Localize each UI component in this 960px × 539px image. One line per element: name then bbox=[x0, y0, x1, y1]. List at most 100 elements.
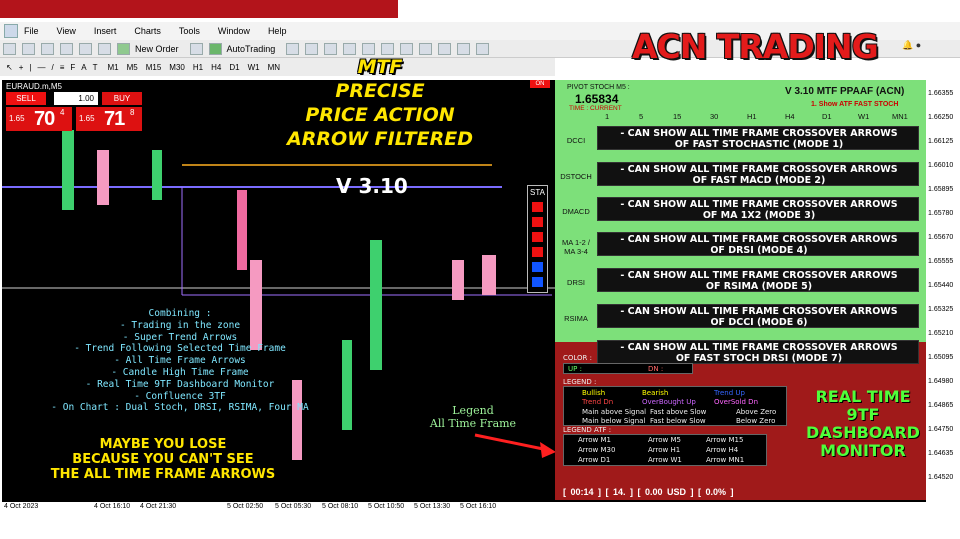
col-h4: H4 bbox=[785, 112, 795, 121]
status-bar: [ 00:14 ] [ 14. ] [ 0.00 USD ] [ 0.0% ] bbox=[555, 484, 927, 500]
label-icon[interactable]: T bbox=[93, 63, 98, 72]
legend-arrow-icon bbox=[474, 433, 556, 458]
row-label-drsi: DRSI bbox=[567, 278, 585, 287]
menu-file[interactable]: File bbox=[24, 26, 39, 36]
profiles-icon[interactable] bbox=[22, 42, 35, 55]
realtime-label: REAL TIME 9TF DASHBOARD MONITOR bbox=[806, 387, 920, 460]
headline-line-2: PRECISE bbox=[335, 80, 425, 102]
row-label-rsima: RSIMA bbox=[564, 314, 588, 323]
fibo-icon[interactable]: F bbox=[70, 63, 75, 72]
tf-d1[interactable]: D1 bbox=[229, 63, 239, 72]
buy-price[interactable]: 1.65 71 8 bbox=[76, 107, 142, 131]
feature-heading: Combining : bbox=[148, 308, 212, 319]
candle bbox=[97, 150, 109, 205]
menu-help[interactable]: Help bbox=[268, 26, 287, 36]
menu-tools[interactable]: Tools bbox=[179, 26, 200, 36]
col-w1: W1 bbox=[858, 112, 870, 121]
tf-m15[interactable]: M15 bbox=[146, 63, 162, 72]
chart-shift-icon[interactable] bbox=[419, 42, 433, 55]
app-icon bbox=[4, 24, 18, 38]
feature-item: - Candle High Time Frame bbox=[111, 366, 249, 378]
tf-m30[interactable]: M30 bbox=[169, 63, 185, 72]
time-label: TIME : CURRENT bbox=[569, 105, 622, 112]
one-click-trading: SELL 1.00 BUY 1.65 70 4 1.65 71 8 bbox=[6, 92, 142, 132]
col-30: 30 bbox=[710, 112, 719, 121]
col-5: 5 bbox=[639, 112, 644, 121]
lot-size-input[interactable]: 1.00 bbox=[54, 92, 98, 105]
dashboard-subtitle[interactable]: 1. Show ATF FAST STOCH bbox=[811, 101, 898, 108]
autoscroll-icon[interactable] bbox=[400, 42, 414, 55]
new-chart-icon[interactable] bbox=[3, 42, 16, 55]
color-label: COLOR : bbox=[563, 354, 593, 362]
sta-panel: STA bbox=[527, 185, 548, 293]
headline-line-1: MTF bbox=[357, 56, 403, 78]
menu-view[interactable]: View bbox=[57, 26, 76, 36]
zoom-out-icon[interactable] bbox=[362, 42, 376, 55]
feature-item: - On Chart : Dual Stoch, DRSI, RSIMA, Fo… bbox=[51, 402, 309, 414]
sta-cell bbox=[532, 232, 543, 242]
col-d1: D1 bbox=[822, 112, 832, 121]
sta-cell bbox=[532, 217, 543, 227]
time-axis: 4 Oct 2023 4 Oct 16:10 4 Oct 21:30 5 Oct… bbox=[2, 502, 926, 514]
expert-icon[interactable] bbox=[189, 42, 203, 55]
candle-chart-icon[interactable] bbox=[305, 42, 319, 55]
legend-box: Bullish Bearish Trend Up Trend Dn OverBo… bbox=[563, 386, 787, 426]
tf-h4[interactable]: H4 bbox=[211, 63, 221, 72]
trendline-icon[interactable]: / bbox=[51, 63, 53, 72]
menu-charts[interactable]: Charts bbox=[134, 26, 161, 36]
mode-1-bar: - CAN SHOW ALL TIME FRAME CROSSOVER ARRO… bbox=[597, 126, 919, 150]
menu-insert[interactable]: Insert bbox=[94, 26, 117, 36]
col-h1: H1 bbox=[747, 112, 757, 121]
on-badge[interactable]: ON bbox=[530, 80, 550, 88]
feature-item: - All Time Frame Arrows bbox=[114, 355, 246, 367]
feature-item: - Confluence 3TF bbox=[134, 390, 226, 402]
legend-callout: Legend All Time Frame bbox=[429, 404, 517, 430]
line-chart-icon[interactable] bbox=[324, 42, 338, 55]
indicators-icon[interactable] bbox=[438, 42, 452, 55]
data-window-icon[interactable] bbox=[60, 42, 73, 55]
market-watch-icon[interactable] bbox=[41, 42, 54, 55]
window-controls[interactable]: 🔔 ● bbox=[902, 40, 921, 51]
autotrading-button[interactable]: AutoTrading bbox=[227, 44, 276, 54]
channel-icon[interactable]: ≡ bbox=[60, 63, 65, 72]
row-label-dstoch: DSTOCH bbox=[560, 172, 592, 181]
sta-cell bbox=[532, 262, 543, 272]
price-axis: 1.66355 1.66250 1.66125 1.66010 1.65895 … bbox=[926, 80, 960, 512]
sell-button[interactable]: SELL bbox=[6, 92, 46, 105]
row-label-dmacd: DMACD bbox=[562, 207, 590, 216]
bar-chart-icon[interactable] bbox=[286, 42, 300, 55]
candle bbox=[452, 260, 464, 300]
tf-m5[interactable]: M5 bbox=[127, 63, 138, 72]
sell-price[interactable]: 1.65 70 4 bbox=[6, 107, 72, 131]
text-icon[interactable]: A bbox=[81, 63, 86, 72]
crosshair-icon[interactable]: + bbox=[19, 63, 24, 72]
candle bbox=[237, 190, 247, 270]
zoom-in-icon[interactable] bbox=[343, 42, 357, 55]
navigator-icon[interactable] bbox=[79, 42, 92, 55]
sta-cell bbox=[532, 202, 543, 212]
brand-logo: ACN TRADING bbox=[632, 27, 879, 66]
horizontal-line-icon[interactable]: — bbox=[37, 63, 45, 72]
periods-icon[interactable] bbox=[457, 42, 471, 55]
legend-heading: LEGEND : bbox=[563, 378, 597, 386]
headline-line-3: PRICE ACTION bbox=[305, 104, 455, 126]
new-order-button[interactable]: New Order bbox=[135, 44, 179, 54]
atf-heading: LEGEND ATF : bbox=[563, 426, 612, 434]
tile-icon[interactable] bbox=[381, 42, 395, 55]
sta-label: STA bbox=[530, 188, 545, 197]
candle bbox=[370, 240, 382, 370]
col-mn1: MN1 bbox=[892, 112, 908, 121]
terminal-icon[interactable] bbox=[98, 42, 111, 55]
vertical-line-icon[interactable]: | bbox=[29, 63, 31, 72]
templates-icon[interactable] bbox=[476, 42, 490, 55]
tf-m1[interactable]: M1 bbox=[107, 63, 118, 72]
buy-button[interactable]: BUY bbox=[102, 92, 142, 105]
tf-h1[interactable]: H1 bbox=[193, 63, 203, 72]
menu-window[interactable]: Window bbox=[218, 26, 250, 36]
cursor-icon[interactable]: ↖ bbox=[6, 63, 13, 72]
chart-symbol: EURAUD.m,M5 bbox=[6, 82, 63, 91]
candle bbox=[152, 150, 162, 200]
feature-item: - Super Trend Arrows bbox=[122, 331, 238, 343]
warning-text: MAYBE YOU LOSE BECAUSE YOU CAN'T SEE THE… bbox=[50, 437, 276, 482]
mode-3-bar: - CAN SHOW ALL TIME FRAME CROSSOVER ARRO… bbox=[597, 197, 919, 221]
